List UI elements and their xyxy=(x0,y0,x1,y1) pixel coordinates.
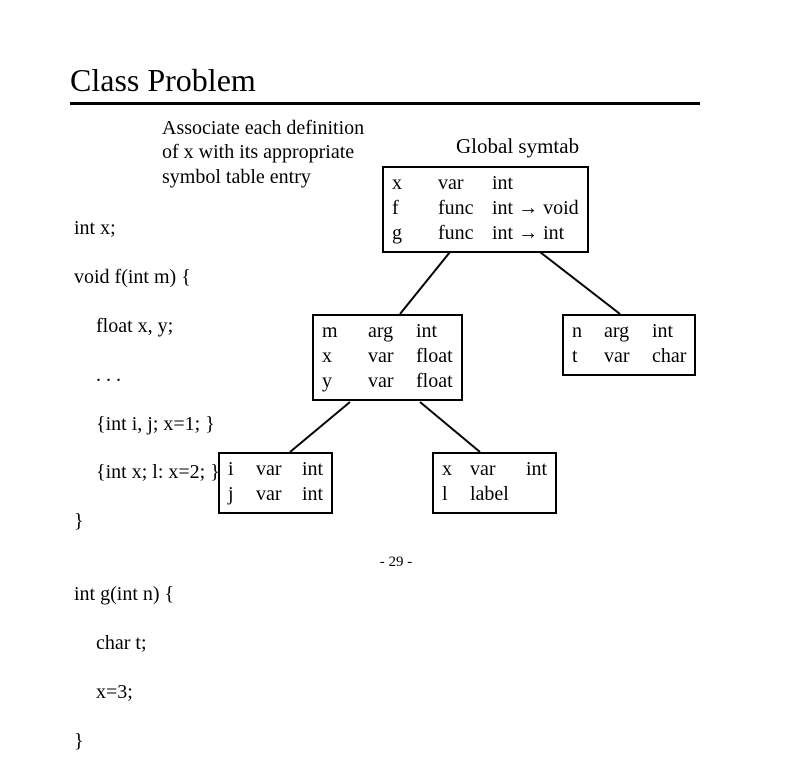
sym-name: l xyxy=(442,482,470,507)
sym-type: int → void xyxy=(492,196,579,221)
code-line: } xyxy=(74,509,220,533)
sym-kind: func xyxy=(438,221,492,246)
sym-name: j xyxy=(228,482,256,507)
sym-kind: var xyxy=(438,171,492,196)
table-row: m arg int xyxy=(322,319,453,344)
table-row: l label xyxy=(442,482,547,507)
sym-name: x xyxy=(322,344,368,369)
sym-kind: arg xyxy=(604,319,652,344)
sym-kind: var xyxy=(256,457,302,482)
sym-name: n xyxy=(572,319,604,344)
title-underline xyxy=(70,102,700,105)
sym-name: m xyxy=(322,319,368,344)
code-line: {int i, j; x=1; } xyxy=(74,412,220,436)
code-line: void f(int m) { xyxy=(74,265,220,289)
sym-kind: label xyxy=(470,482,526,507)
sym-type: float xyxy=(416,369,453,394)
sym-kind: var xyxy=(470,457,526,482)
sym-type: int xyxy=(302,482,323,507)
sym-kind: var xyxy=(368,369,416,394)
sym-kind: arg xyxy=(368,319,416,344)
code-line: } xyxy=(74,729,220,753)
sym-kind: var xyxy=(368,344,416,369)
sym-name: x xyxy=(442,457,470,482)
sym-name: t xyxy=(572,344,604,369)
sym-type xyxy=(526,482,547,507)
code-line: {int x; l: x=2; } xyxy=(74,460,220,484)
table-row: x var float xyxy=(322,344,453,369)
g-symtab-box: n arg int t var char xyxy=(562,314,696,376)
slide-title: Class Problem xyxy=(70,62,256,99)
sym-type: char xyxy=(652,344,686,369)
sym-type: int xyxy=(526,457,547,482)
sym-name: x xyxy=(392,171,438,196)
f-symtab-box: m arg int x var float y var float xyxy=(312,314,463,401)
code-block: int x; void f(int m) { float x, y; . . .… xyxy=(74,192,220,777)
page-number: - 29 - xyxy=(0,554,792,571)
sym-type: int xyxy=(492,171,579,196)
table-row: n arg int xyxy=(572,319,686,344)
table-row: x var int xyxy=(442,457,547,482)
table-row: t var char xyxy=(572,344,686,369)
sym-type: int xyxy=(652,319,686,344)
sym-type: int xyxy=(302,457,323,482)
sym-name: i xyxy=(228,457,256,482)
sym-name: f xyxy=(392,196,438,221)
sym-type: int → int xyxy=(492,221,579,246)
table-row: x var int xyxy=(392,171,579,196)
sym-kind: var xyxy=(604,344,652,369)
table-row: j var int xyxy=(228,482,323,507)
xl-symtab-box: x var int l label xyxy=(432,452,557,514)
code-line: x=3; xyxy=(74,680,220,704)
sym-type: float xyxy=(416,344,453,369)
code-line: int g(int n) { xyxy=(74,582,220,606)
sym-name: y xyxy=(322,369,368,394)
ij-symtab-box: i var int j var int xyxy=(218,452,333,514)
code-line: . . . xyxy=(74,363,220,387)
code-line: int x; xyxy=(74,216,220,240)
sym-kind: func xyxy=(438,196,492,221)
table-row: f func int → void xyxy=(392,196,579,221)
code-line: char t; xyxy=(74,631,220,655)
global-symtab-box: x var int f func int → void g func int →… xyxy=(382,166,589,253)
table-row: y var float xyxy=(322,369,453,394)
instruction-text: Associate each definition of x with its … xyxy=(162,116,370,189)
global-symtab-label: Global symtab xyxy=(456,134,579,159)
sym-name: g xyxy=(392,221,438,246)
table-row: i var int xyxy=(228,457,323,482)
sym-kind: var xyxy=(256,482,302,507)
code-line: float x, y; xyxy=(74,314,220,338)
sym-type: int xyxy=(416,319,453,344)
table-row: g func int → int xyxy=(392,221,579,246)
